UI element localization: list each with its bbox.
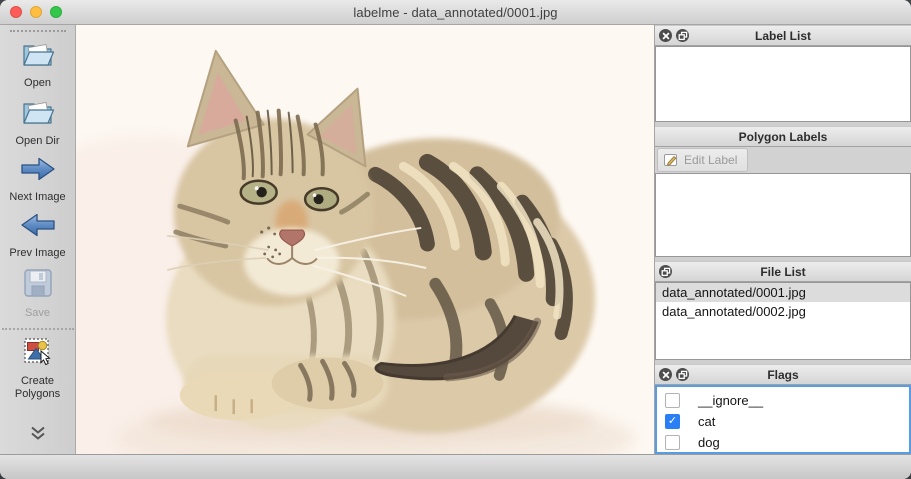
flag-row[interactable]: dog bbox=[657, 432, 909, 452]
flags-list[interactable]: __ignore__ ✓ cat dog bbox=[655, 385, 911, 454]
double-chevron-down-icon bbox=[29, 426, 47, 445]
tool-label: Create Polygons bbox=[14, 375, 61, 400]
folder-open-icon bbox=[20, 97, 56, 132]
float-panel-button[interactable] bbox=[676, 368, 689, 381]
panel-title: File List bbox=[760, 264, 806, 279]
titlebar: labelme - data_annotated/0001.jpg bbox=[0, 0, 911, 25]
toolbar: Open Open Dir Next Image Prev Image Save… bbox=[0, 25, 76, 454]
cat-photo bbox=[76, 25, 654, 454]
flags-header: Flags bbox=[655, 364, 911, 385]
toolbar-overflow-button[interactable] bbox=[29, 425, 47, 446]
panel-title: Flags bbox=[767, 367, 799, 382]
flag-row[interactable]: ✓ cat bbox=[657, 411, 909, 432]
arrow-right-icon bbox=[19, 155, 57, 188]
polygon-labels-panel: Polygon Labels Edit Label bbox=[655, 126, 911, 257]
tool-label: Next Image bbox=[9, 191, 66, 203]
tool-label: Save bbox=[24, 307, 51, 319]
checkbox-unchecked-icon[interactable] bbox=[665, 393, 680, 408]
file-list-panel: File List data_annotated/0001.jpg data_an… bbox=[655, 261, 911, 360]
folder-open-icon bbox=[20, 39, 56, 74]
save-button[interactable]: Save bbox=[0, 267, 75, 320]
polygon-labels-toolbar: Edit Label bbox=[655, 147, 911, 173]
close-panel-button[interactable] bbox=[659, 368, 672, 381]
checkbox-checked-icon[interactable]: ✓ bbox=[665, 414, 680, 429]
label-list[interactable] bbox=[655, 46, 911, 122]
flag-row[interactable]: __ignore__ bbox=[657, 390, 909, 411]
panel-title: Polygon Labels bbox=[738, 129, 828, 144]
dock-panels: Label List Polygon Labels Edit Label Fil… bbox=[654, 25, 911, 454]
label-list-panel: Label List bbox=[655, 25, 911, 122]
floppy-disk-icon bbox=[22, 267, 54, 304]
traffic-lights bbox=[10, 6, 62, 18]
edit-label-text: Edit Label bbox=[684, 153, 738, 167]
open-button[interactable]: Open bbox=[0, 39, 75, 90]
image-canvas[interactable] bbox=[76, 25, 654, 454]
tool-label: Prev Image bbox=[9, 247, 66, 259]
next-image-button[interactable]: Next Image bbox=[0, 155, 75, 204]
file-list[interactable]: data_annotated/0001.jpg data_annotated/00… bbox=[655, 282, 911, 360]
polygon-labels-list[interactable] bbox=[655, 173, 911, 257]
flag-label: __ignore__ bbox=[698, 393, 764, 408]
float-panel-button[interactable] bbox=[659, 265, 672, 278]
toolbar-drag-handle[interactable] bbox=[9, 30, 66, 32]
flag-label: cat bbox=[698, 414, 716, 429]
status-bar bbox=[0, 454, 911, 479]
prev-image-button[interactable]: Prev Image bbox=[0, 211, 75, 260]
tool-label: Open bbox=[24, 77, 51, 89]
edit-pencil-icon bbox=[663, 152, 679, 168]
float-panel-button[interactable] bbox=[676, 29, 689, 42]
file-list-item[interactable]: data_annotated/0001.jpg bbox=[656, 283, 910, 302]
zoom-window-button[interactable] bbox=[50, 6, 62, 18]
polygon-labels-header: Polygon Labels bbox=[655, 126, 911, 147]
toolbar-separator bbox=[1, 328, 74, 330]
polygon-shapes-icon bbox=[23, 337, 53, 372]
arrow-left-icon bbox=[19, 211, 57, 244]
flag-label: dog bbox=[698, 435, 720, 450]
flags-panel: Flags __ignore__ ✓ cat dog bbox=[655, 364, 911, 454]
create-polygons-button[interactable]: Create Polygons bbox=[0, 337, 75, 401]
label-list-header: Label List bbox=[655, 25, 911, 46]
panel-title: Label List bbox=[754, 28, 811, 43]
close-window-button[interactable] bbox=[10, 6, 22, 18]
close-panel-button[interactable] bbox=[659, 29, 672, 42]
window-title: labelme - data_annotated/0001.jpg bbox=[353, 4, 558, 20]
open-dir-button[interactable]: Open Dir bbox=[0, 97, 75, 148]
checkbox-unchecked-icon[interactable] bbox=[665, 435, 680, 450]
edit-label-button[interactable]: Edit Label bbox=[657, 148, 749, 172]
tool-label: Open Dir bbox=[15, 135, 60, 147]
file-list-header: File List bbox=[655, 261, 911, 282]
minimize-window-button[interactable] bbox=[30, 6, 42, 18]
labelme-window: labelme - data_annotated/0001.jpg Open O… bbox=[0, 0, 911, 479]
file-list-item[interactable]: data_annotated/0002.jpg bbox=[656, 302, 910, 321]
